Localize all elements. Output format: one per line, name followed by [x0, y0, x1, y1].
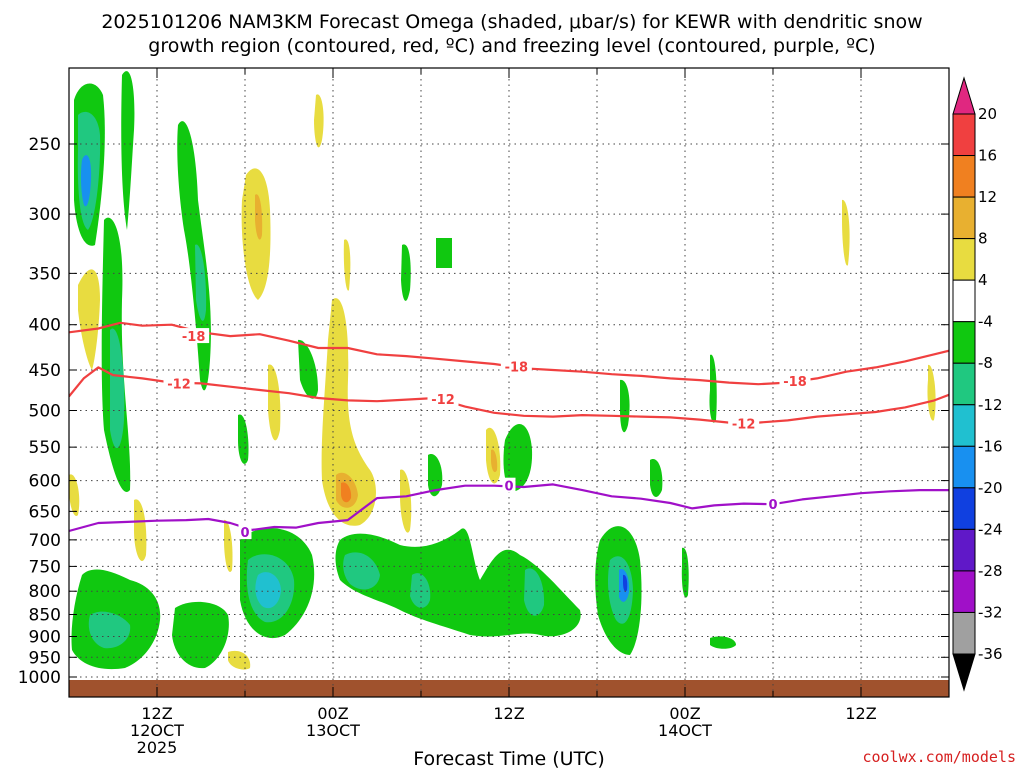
colorbar-bin [952, 155, 976, 198]
colorbar-label: -28 [978, 562, 1003, 580]
contour-label: -18 [783, 375, 807, 390]
y-tick-label: 850 [29, 606, 61, 626]
colorbar-bin [952, 528, 976, 572]
y-tick-label: 900 [29, 627, 61, 647]
y-tick-label: 500 [29, 402, 61, 422]
y-tick-label: 950 [29, 648, 61, 668]
colorbar-bin [952, 487, 976, 530]
colorbar-label: 12 [978, 188, 997, 206]
y-tick-label: 650 [29, 502, 61, 522]
colorbar-bin [952, 113, 976, 157]
colorbar [952, 76, 976, 692]
colorbar-label: 8 [978, 230, 988, 248]
y-tick-label: 700 [29, 531, 61, 551]
x-axis-title: Forecast Time (UTC) [413, 748, 604, 768]
y-tick-label: 800 [29, 582, 61, 602]
x-tick-label: 14OCT [658, 721, 712, 740]
x-tick-label: 12Z [493, 704, 524, 723]
colorbar-bin [952, 570, 976, 613]
contour-label: 0 [768, 498, 777, 513]
chart-title-line2: growth region (contoured, red, ºC) and f… [148, 35, 875, 57]
x-tick-label: 2025 [137, 738, 178, 757]
colorbar-label: -8 [978, 354, 993, 372]
colorbar-label: -20 [978, 479, 1003, 497]
omega-region-upward [436, 238, 452, 268]
colorbar-bin [952, 404, 976, 447]
colorbar-label: 16 [978, 147, 997, 165]
contour-label: -18 [182, 330, 206, 345]
colorbar-bin [952, 238, 976, 281]
colorbar-label: 4 [978, 271, 988, 289]
colorbar-bin [952, 279, 976, 323]
colorbar-labels: 20 16 12 8 4 -4 -8 -12 -16 -20 -24 -28 -32 -36 [978, 105, 1003, 663]
colorbar-bin [952, 445, 976, 489]
y-tick-label: 300 [29, 205, 61, 225]
colorbar-bin [952, 611, 976, 655]
colorbar-label: -16 [978, 437, 1003, 455]
y-tick-label: 450 [29, 361, 61, 381]
x-tick-label: 13OCT [306, 721, 360, 740]
chart-title-line1: 2025101206 NAM3KM Forecast Omega (shaded… [101, 11, 922, 33]
colorbar-label: 20 [978, 105, 997, 123]
colorbar-label: -12 [978, 396, 1003, 414]
colorbar-label: -32 [978, 603, 1003, 621]
contour-label: 0 [504, 480, 513, 495]
contour-label: -12 [732, 417, 756, 432]
colorbar-bin [952, 362, 976, 406]
colorbar-bin [952, 321, 976, 364]
y-tick-label: 750 [29, 557, 61, 577]
y-tick-label: 1000 [18, 668, 61, 688]
watermark: coolwx.com/models [862, 748, 1016, 766]
y-tick-label: 600 [29, 472, 61, 492]
colorbar-arrow-bottom [952, 653, 976, 692]
colorbar-label: -24 [978, 520, 1003, 538]
omega-time-height-chart: 2025101206 NAM3KM Forecast Omega (shaded… [18, 11, 1016, 768]
colorbar-label: -4 [978, 313, 993, 331]
contour-label: -18 [505, 361, 529, 376]
colorbar-arrow-top [952, 76, 976, 115]
y-tick-label: 550 [29, 438, 61, 458]
y-tick-label: 250 [29, 135, 61, 155]
colorbar-bin [952, 196, 976, 240]
contour-label: -12 [431, 393, 455, 408]
y-tick-label: 350 [29, 264, 61, 284]
colorbar-label: -36 [978, 645, 1003, 663]
x-tick-label: 12Z [845, 704, 876, 723]
contour-label: 0 [240, 526, 249, 541]
y-tick-label: 400 [29, 316, 61, 336]
contour-label: -12 [167, 377, 191, 392]
